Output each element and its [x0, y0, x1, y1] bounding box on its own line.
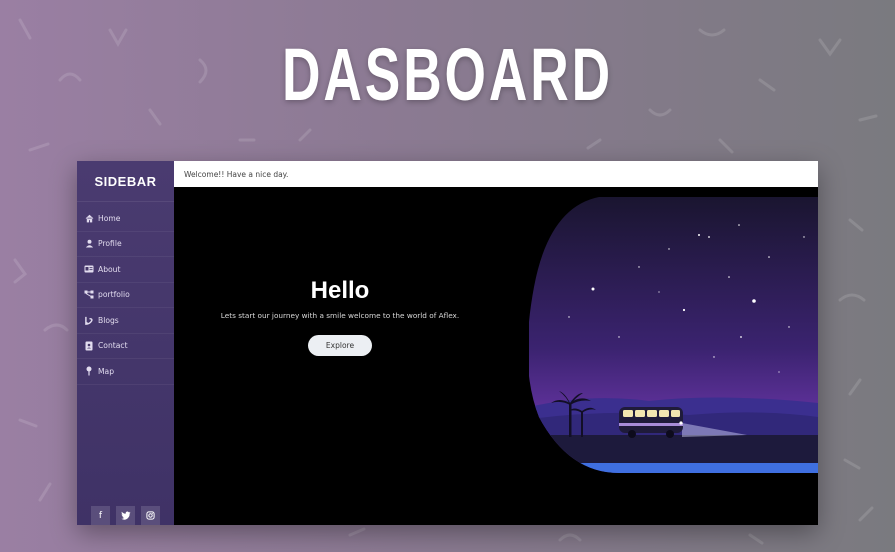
sidebar-item-label: Home: [98, 213, 121, 223]
page-banner-title: DASBOARD: [282, 33, 613, 116]
twitter-bird-glyph: [120, 511, 130, 520]
night-van-illustration: [529, 197, 818, 473]
contact-book-icon: [84, 341, 94, 351]
sidebar-item-contact[interactable]: Contact: [77, 334, 174, 359]
hero-subtitle: Lets start our journey with a smile welc…: [220, 311, 460, 320]
hero-title: Hello: [310, 277, 370, 304]
main-content: Hello Lets start our journey with a smil…: [174, 187, 818, 525]
home-icon: [84, 213, 94, 223]
sidebar-item-home[interactable]: Home: [77, 206, 174, 232]
dashboard-window: SIDEBAR Home Profile About portfolio Blo…: [77, 161, 818, 525]
sidebar-item-about[interactable]: About: [77, 257, 174, 283]
sidebar-item-label: Map: [98, 366, 115, 376]
sidebar: SIDEBAR Home Profile About portfolio Blo…: [77, 161, 174, 525]
sidebar-item-label: Blogs: [98, 315, 119, 325]
share-nodes-icon: [84, 290, 94, 300]
blog-icon: [84, 315, 94, 325]
sidebar-title: SIDEBAR: [77, 161, 174, 202]
sidebar-item-label: About: [98, 264, 121, 274]
id-card-icon: [84, 264, 94, 274]
instagram-camera-glyph: [146, 511, 155, 520]
sidebar-item-label: portfolio: [98, 290, 130, 300]
sidebar-item-label: Profile: [98, 239, 122, 249]
map-pin-icon: [84, 366, 94, 376]
sidebar-item-map[interactable]: Map: [77, 359, 174, 385]
facebook-glyph: f: [98, 510, 103, 521]
sidebar-nav: Home Profile About portfolio Blogs Conta…: [77, 206, 174, 385]
sidebar-item-profile[interactable]: Profile: [77, 232, 174, 257]
instagram-icon[interactable]: [141, 506, 160, 525]
welcome-message: Welcome!! Have a nice day.: [184, 169, 289, 179]
sidebar-item-blogs[interactable]: Blogs: [77, 308, 174, 334]
facebook-icon[interactable]: f: [91, 506, 110, 525]
top-bar: Welcome!! Have a nice day.: [174, 161, 818, 187]
social-links: f: [91, 506, 160, 525]
sidebar-item-label: Contact: [98, 341, 128, 351]
explore-button[interactable]: Explore: [308, 335, 372, 356]
user-icon: [84, 239, 94, 249]
sidebar-item-portfolio[interactable]: portfolio: [77, 283, 174, 308]
twitter-icon[interactable]: [116, 506, 135, 525]
